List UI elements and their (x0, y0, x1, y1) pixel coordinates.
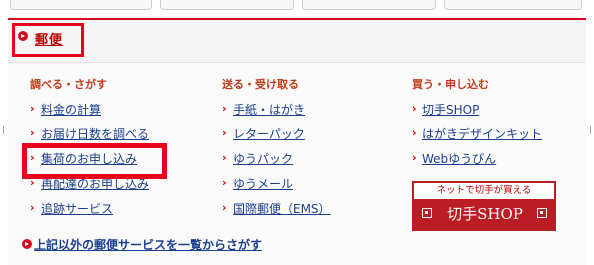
chevron-right-icon: › (222, 102, 227, 115)
link-tracking-service[interactable]: 追跡サービス (41, 200, 113, 217)
link-letter-pack[interactable]: レターパック (233, 125, 305, 142)
all-postal-services-link[interactable]: 上記以外の郵便サービスを一覧からさがす (34, 236, 262, 253)
banner-shop-name: 切手SHOP (447, 205, 523, 223)
left-edge-marker (3, 126, 4, 134)
top-tab[interactable] (10, 0, 152, 10)
chevron-right-icon: › (222, 151, 227, 164)
column-heading-send-receive: 送る・受け取る (222, 78, 299, 91)
link-rate-calculation[interactable]: 料金の計算 (41, 101, 101, 118)
chevron-right-icon: › (412, 126, 417, 139)
link-stamp-shop[interactable]: 切手SHOP (422, 101, 479, 118)
arrow-bullet-icon (18, 31, 28, 41)
chevron-right-icon: › (222, 126, 227, 139)
banner-tagline: ネットで切手が買える (414, 183, 554, 199)
chevron-right-icon: › (222, 176, 227, 189)
link-postcard-design-kit[interactable]: はがきデザインキット (422, 125, 542, 142)
chevron-right-icon: › (412, 151, 417, 164)
stamp-icon (537, 208, 547, 218)
chevron-right-icon: › (30, 102, 35, 115)
top-tab[interactable] (302, 0, 436, 10)
chevron-right-icon: › (30, 201, 35, 214)
top-tab[interactable] (160, 0, 294, 10)
link-letters-postcards[interactable]: 手紙・はがき (233, 101, 305, 118)
chevron-right-icon: › (412, 102, 417, 115)
column-heading-buy-apply: 買う・申し込む (412, 78, 489, 91)
postal-section-panel: 郵便 調べる・さがす › 料金の計算 › お届け日数を調べる › 集荷のお申し込… (8, 18, 586, 265)
top-tab-strip (0, 0, 594, 14)
link-international-ems[interactable]: 国際郵便（EMS） (233, 200, 331, 217)
top-tab[interactable] (444, 0, 582, 10)
link-yu-pack[interactable]: ゆうパック (233, 150, 293, 167)
column-heading-search: 調べる・さがす (30, 78, 107, 91)
right-edge-marker (590, 126, 591, 134)
link-web-yubin[interactable]: Webゆうびん (422, 150, 496, 167)
stamp-icon (422, 208, 432, 218)
link-delivery-days[interactable]: お届け日数を調べる (41, 125, 149, 142)
stamp-shop-banner[interactable]: ネットで切手が買える 切手SHOP (412, 181, 556, 231)
chevron-right-icon: › (222, 201, 227, 214)
section-header: 郵便 (8, 20, 586, 63)
chevron-right-icon: › (30, 126, 35, 139)
link-yu-mail[interactable]: ゆうメール (233, 175, 293, 192)
pickup-highlight-box (22, 143, 167, 179)
arrow-bullet-icon (22, 239, 32, 249)
section-title[interactable]: 郵便 (35, 29, 63, 48)
